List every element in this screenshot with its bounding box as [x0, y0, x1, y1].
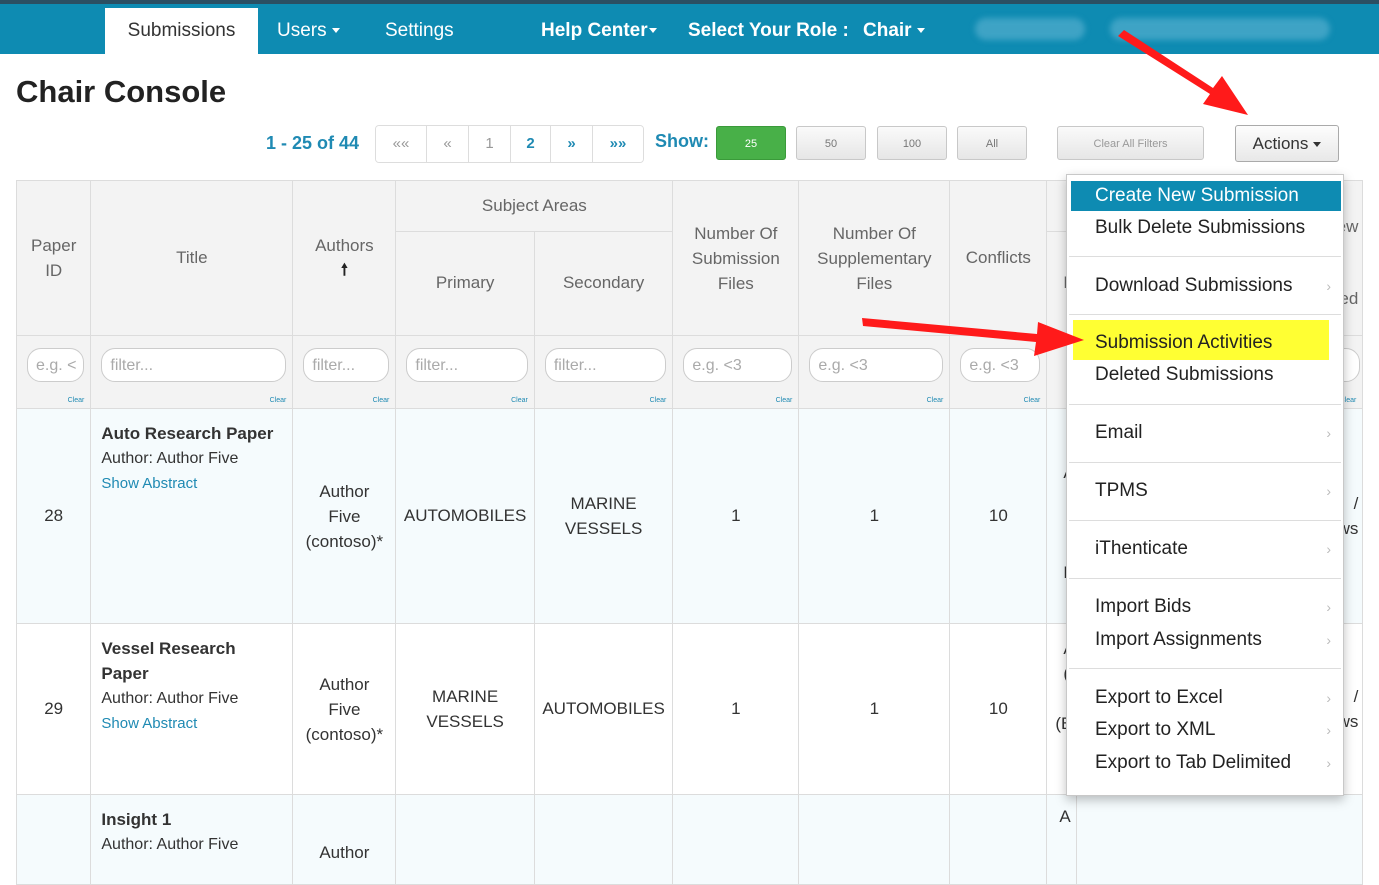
hidden-last-cell [1076, 794, 1364, 885]
table-row: Insight 1 Author: Author Five Author A [15, 794, 1364, 885]
paper-id[interactable] [15, 794, 92, 885]
supplementary-files-count [798, 794, 951, 885]
hidden-cell: A [1046, 794, 1078, 885]
paper-title: Insight 1 [101, 810, 172, 829]
arrow-to-actions [1118, 30, 1248, 115]
arrow-to-submission-activities [862, 318, 1084, 356]
paper-author: Author: Author Five [101, 836, 239, 853]
secondary-area [533, 794, 674, 885]
primary-area [395, 794, 535, 885]
conflicts-count [949, 794, 1048, 885]
submission-files-count [672, 794, 800, 885]
authors: Author [292, 794, 397, 885]
paper-title-cell: Insight 1 Author: Author Five [90, 794, 294, 885]
red-arrow-annotation [862, 30, 1248, 356]
